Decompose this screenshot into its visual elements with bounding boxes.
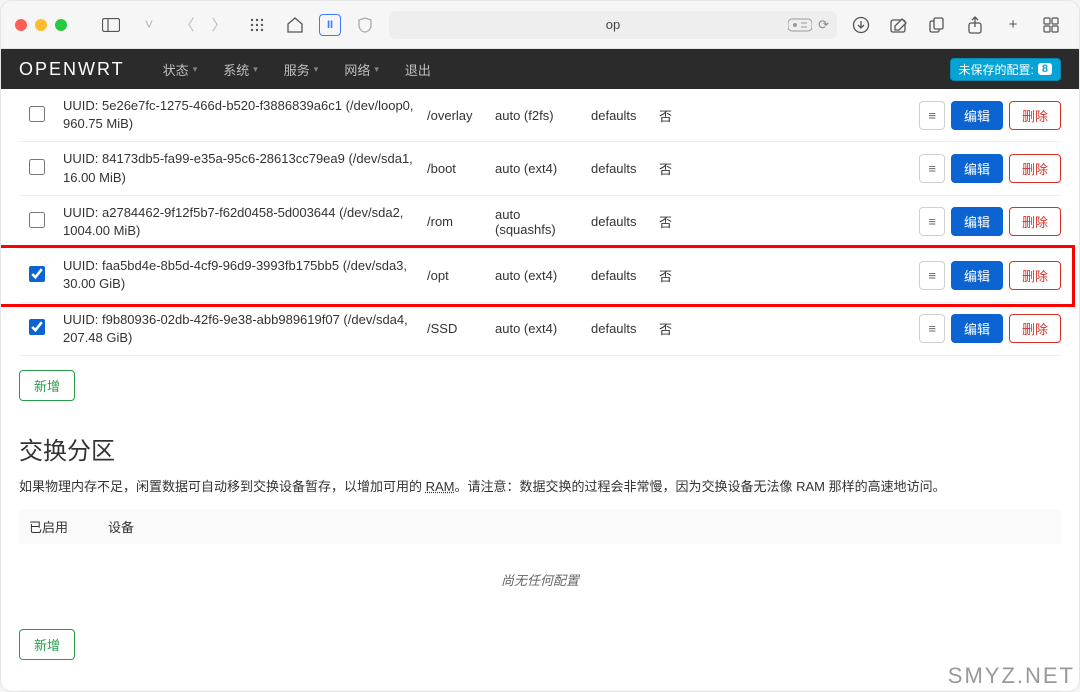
fs-cell: auto (ext4) (495, 321, 583, 336)
uuid-cell: UUID: faa5bd4e-8b5d-4cf9-96d9-3993fb175b… (63, 257, 419, 293)
swap-desc: 如果物理内存不足，闲置数据可自动移到交换设备暂存，以增加可用的 RAM。请注意：… (19, 476, 1061, 495)
add-swap-button[interactable]: 新增 (19, 629, 75, 660)
chk-cell: 否 (659, 159, 735, 178)
forward-button[interactable]: 〉 (205, 11, 233, 39)
enable-checkbox[interactable] (29, 159, 45, 175)
window-controls (15, 19, 67, 31)
edit-button[interactable]: 编辑 (951, 261, 1003, 290)
swap-title: 交换分区 (19, 431, 1061, 466)
delete-button[interactable]: 删除 (1009, 314, 1061, 343)
delete-button[interactable]: 删除 (1009, 101, 1061, 130)
fs-cell: auto (ext4) (495, 161, 583, 176)
chk-cell: 否 (659, 319, 735, 338)
uuid-cell: UUID: 5e26e7fc-1275-466d-b520-f3886839a6… (63, 97, 419, 133)
enable-checkbox[interactable] (29, 106, 45, 122)
sidebar-toggle-icon[interactable] (97, 11, 125, 39)
new-tab-icon[interactable]: + (999, 11, 1027, 39)
tab-dropdown-icon[interactable]: ˅ (135, 11, 163, 39)
nav-network[interactable]: 网络▾ (332, 49, 391, 89)
delete-button[interactable]: 删除 (1009, 207, 1061, 236)
delete-button[interactable]: 删除 (1009, 261, 1061, 290)
mount-cell: /SSD (427, 321, 487, 336)
nav-system[interactable]: 系统▾ (211, 49, 270, 89)
opts-cell: defaults (591, 108, 651, 123)
opts-cell: defaults (591, 268, 651, 283)
maximize-window[interactable] (55, 19, 67, 31)
drag-handle[interactable]: ≡ (919, 101, 945, 130)
mount-cell: /opt (427, 268, 487, 283)
drag-handle[interactable]: ≡ (919, 154, 945, 183)
home-icon[interactable] (281, 11, 309, 39)
close-window[interactable] (15, 19, 27, 31)
chk-cell: 否 (659, 106, 735, 125)
url-label: op (606, 17, 620, 32)
opts-cell: defaults (591, 161, 651, 176)
nav-logout[interactable]: 退出 (393, 49, 443, 89)
drag-handle[interactable]: ≡ (919, 207, 945, 236)
swap-empty: 尚无任何配置 (19, 544, 1061, 615)
privacy-icon[interactable] (351, 11, 379, 39)
swap-col-enabled: 已启用 (29, 517, 68, 536)
reload-icon[interactable]: ⟳ (818, 17, 829, 33)
edit-button[interactable]: 编辑 (951, 101, 1003, 130)
compose-icon[interactable] (885, 11, 913, 39)
uuid-cell: UUID: 84173db5-fa99-e35a-95c6-28613cc79e… (63, 150, 419, 186)
minimize-window[interactable] (35, 19, 47, 31)
swap-col-device: 设备 (108, 517, 134, 536)
edit-button[interactable]: 编辑 (951, 314, 1003, 343)
chk-cell: 否 (659, 266, 735, 285)
copy-icon[interactable] (923, 11, 951, 39)
reader-icon[interactable] (788, 18, 812, 32)
mount-cell: /rom (427, 214, 487, 229)
enable-checkbox[interactable] (29, 319, 45, 335)
tabs-icon[interactable] (1037, 11, 1065, 39)
uuid-cell: UUID: f9b80936-02db-42f6-9e38-abb989619f… (63, 311, 419, 347)
delete-button[interactable]: 删除 (1009, 154, 1061, 183)
mount-row: UUID: 84173db5-fa99-e35a-95c6-28613cc79e… (19, 142, 1061, 195)
downloads-icon[interactable] (847, 11, 875, 39)
fs-cell: auto (squashfs) (495, 207, 583, 237)
nav-services[interactable]: 服务▾ (272, 49, 331, 89)
addr-right-icons: ⟳ (788, 17, 829, 33)
mount-cell: /boot (427, 161, 487, 176)
drag-handle[interactable]: ≡ (919, 314, 945, 343)
uuid-cell: UUID: a2784462-9f12f5b7-f62d0458-5d00364… (63, 204, 419, 240)
chk-cell: 否 (659, 212, 735, 231)
shield-icon[interactable]: II (319, 14, 341, 36)
luci-navbar: OPENWRT 状态▾ 系统▾ 服务▾ 网络▾ 退出 未保存的配置: 8 (1, 49, 1079, 89)
mount-cell: /overlay (427, 108, 487, 123)
unsaved-changes-badge[interactable]: 未保存的配置: 8 (950, 58, 1061, 81)
swap-header: 已启用 设备 (19, 509, 1061, 544)
opts-cell: defaults (591, 321, 651, 336)
drag-handle[interactable]: ≡ (919, 261, 945, 290)
browser-toolbar: ˅ 〈 〉 II op ⟳ (1, 1, 1079, 49)
enable-checkbox[interactable] (29, 266, 45, 282)
enable-checkbox[interactable] (29, 212, 45, 228)
opts-cell: defaults (591, 214, 651, 229)
brand[interactable]: OPENWRT (19, 59, 125, 80)
fs-cell: auto (ext4) (495, 268, 583, 283)
address-bar[interactable]: op ⟳ (389, 11, 837, 39)
startpage-icon[interactable] (243, 11, 271, 39)
mount-row: UUID: f9b80936-02db-42f6-9e38-abb989619f… (19, 303, 1061, 356)
mount-row: UUID: faa5bd4e-8b5d-4cf9-96d9-3993fb175b… (19, 249, 1061, 302)
share-icon[interactable] (961, 11, 989, 39)
mount-row: UUID: a2784462-9f12f5b7-f62d0458-5d00364… (19, 196, 1061, 249)
ram-link[interactable]: RAM (426, 479, 455, 494)
footer-actions: 保存并应用▼ 保存 复位 (19, 690, 1061, 691)
back-button[interactable]: 〈 (173, 11, 201, 39)
mount-row: UUID: 5e26e7fc-1275-466d-b520-f3886839a6… (19, 89, 1061, 142)
edit-button[interactable]: 编辑 (951, 154, 1003, 183)
add-mount-button[interactable]: 新增 (19, 370, 75, 401)
nav-status[interactable]: 状态▾ (151, 49, 210, 89)
fs-cell: auto (f2fs) (495, 108, 583, 123)
edit-button[interactable]: 编辑 (951, 207, 1003, 236)
